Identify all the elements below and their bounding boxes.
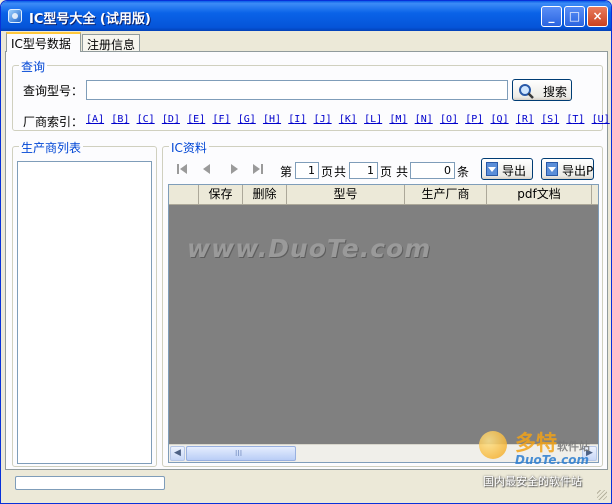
app-icon [8,9,22,23]
letter-link-c[interactable]: [C] [137,114,155,125]
letter-link-k[interactable]: [K] [339,114,357,125]
watermark-text: www.DuoTe.com [187,234,432,263]
tab-ic-data[interactable]: IC型号数据 [6,32,81,52]
window-title: IC型号大全 (试用版) [29,12,151,27]
letter-link-n[interactable]: [N] [415,114,433,125]
model-search-input[interactable] [86,80,508,100]
letter-link-j[interactable]: [J] [314,114,332,125]
total-pages-suffix-label: 页 [380,165,393,179]
manufacturer-group: 生产商列表 [12,139,157,467]
letter-link-h[interactable]: [H] [263,114,281,125]
letter-link-t[interactable]: [T] [566,114,584,125]
export-button[interactable]: 导出 [481,158,533,180]
letter-link-d[interactable]: [D] [162,114,180,125]
ic-data-group: IC资料 第 1 页 共 1 页 共 0 条 导出 导出P 保存 删除 型号 生… [162,139,603,467]
col-model[interactable]: 型号 [287,185,405,204]
total-pages-field: 1 [349,162,378,179]
model-label: 查询型号： [23,84,84,98]
letter-link-p[interactable]: [P] [465,114,483,125]
brand-slogan: 国内最安全的软件站 [483,475,582,488]
row-selector-header [169,185,199,204]
export-icon [486,162,498,176]
letter-link-g[interactable]: [G] [238,114,256,125]
letter-link-l[interactable]: [L] [364,114,382,125]
first-page-icon[interactable] [175,162,189,176]
letter-link-u[interactable]: [U] [592,114,610,125]
letter-link-e[interactable]: [E] [187,114,205,125]
close-button[interactable]: × [587,6,608,27]
letter-link-q[interactable]: [Q] [491,114,509,125]
search-button[interactable]: 搜索 [512,79,572,101]
previous-page-icon[interactable] [200,162,214,176]
letter-link-b[interactable]: [B] [111,114,129,125]
app-window: IC型号大全 (试用版) _ □ × IC型号数据 注册信息 查询 查询型号： … [0,0,612,504]
minimize-button[interactable]: _ [541,6,562,27]
manufacturer-list[interactable] [17,161,152,464]
search-button-label: 搜索 [543,85,568,99]
status-panel [15,476,165,490]
letter-link-i[interactable]: [I] [288,114,306,125]
brand-logo: 多特软件站 DuoTe.com 国内最安全的软件站 [479,423,609,503]
title-bar[interactable]: IC型号大全 (试用版) _ □ × [1,1,611,31]
manufacturer-index-label: 厂商索引： [23,115,84,129]
maximize-button[interactable]: □ [564,6,585,27]
search-icon [519,84,534,99]
brand-ball-icon [479,431,507,459]
letter-link-m[interactable]: [M] [389,114,407,125]
col-pdf[interactable]: pdf文档 [487,185,592,204]
export-pdf-icon [546,162,558,176]
scroll-thumb[interactable]: III [186,446,296,461]
page-prefix-label: 第 [280,165,293,179]
record-count-prefix-label: 共 [396,165,409,179]
manufacturer-group-title: 生产商列表 [19,139,84,156]
tab-registration[interactable]: 注册信息 [82,34,140,52]
total-pages-prefix-label: 共 [334,165,347,179]
ic-data-grid[interactable]: 保存 删除 型号 生产厂商 pdf文档 ◀ III ▶ [168,184,599,463]
last-page-icon[interactable] [251,162,265,176]
brand-url: DuoTe.com [515,453,589,467]
letter-link-a[interactable]: [A] [86,114,104,125]
col-manufacturer[interactable]: 生产厂商 [405,185,487,204]
scroll-left-icon[interactable]: ◀ [170,446,185,461]
letter-link-f[interactable]: [F] [212,114,230,125]
export-pdf-button-label: 导出P [562,164,594,178]
letter-link-r[interactable]: [R] [516,114,534,125]
current-page-input[interactable]: 1 [295,162,319,179]
letter-link-s[interactable]: [S] [541,114,559,125]
record-count-field: 0 [410,162,455,179]
page-suffix-label: 页 [321,165,334,179]
col-delete[interactable]: 删除 [243,185,287,204]
next-page-icon[interactable] [227,162,241,176]
grid-header: 保存 删除 型号 生产厂商 pdf文档 [169,185,598,205]
export-pdf-button[interactable]: 导出P [541,158,594,180]
col-save[interactable]: 保存 [199,185,243,204]
ic-data-group-title: IC资料 [169,139,209,156]
query-group-title: 查询 [19,58,48,75]
record-count-suffix-label: 条 [457,165,470,179]
letter-index: [A] [B] [C] [D] [E] [F] [G] [H] [I] [J] … [86,114,611,125]
scroll-grip: III [235,449,243,458]
export-button-label: 导出 [502,164,527,178]
letter-link-o[interactable]: [O] [440,114,458,125]
query-group: 查询 查询型号： 搜索 厂商索引： [A] [B] [C] [D] [E] [F… [12,58,610,131]
